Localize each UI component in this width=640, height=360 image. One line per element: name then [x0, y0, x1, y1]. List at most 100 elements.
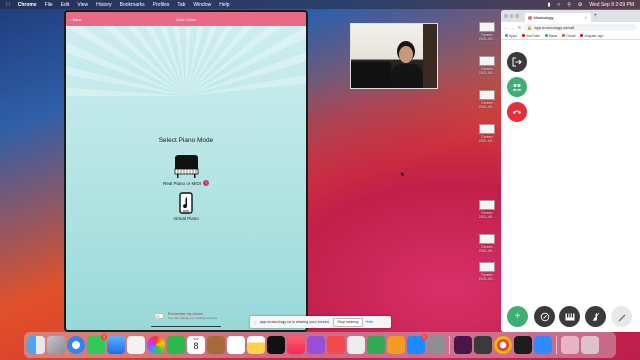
photos-icon[interactable]	[147, 336, 165, 354]
menu-view[interactable]: View	[77, 2, 88, 8]
contacts-icon[interactable]	[207, 336, 225, 354]
forward-arrow-icon[interactable]: →	[511, 25, 515, 30]
desktop-screenshot-7[interactable]: Screen 2021-09...	[474, 262, 500, 281]
desktop-screenshot-1[interactable]: Screen 2021-09...	[474, 22, 500, 41]
mail-icon[interactable]	[107, 336, 125, 354]
reload-icon[interactable]: ↻	[518, 25, 521, 30]
bookmark-maps[interactable]: Maps	[544, 33, 558, 38]
bookmark-gmail[interactable]: Gmail	[562, 34, 575, 38]
music-icon[interactable]	[287, 336, 305, 354]
remember-toggle[interactable]	[153, 313, 164, 319]
menu-window[interactable]: Window	[193, 2, 211, 8]
menu-edit[interactable]: Edit	[61, 2, 70, 8]
ipad-screen: ‹ Back Note Class Select Piano Mode Real…	[66, 12, 306, 330]
close-window-button[interactable]	[504, 14, 508, 18]
battery-icon[interactable]: ▮	[548, 2, 551, 8]
menu-bookmarks[interactable]: Bookmarks	[120, 2, 145, 8]
downloads-folder-icon[interactable]	[561, 336, 579, 354]
apple-tv-icon[interactable]	[267, 336, 285, 354]
menu-history[interactable]: History	[96, 2, 112, 8]
desktop-screenshot-6[interactable]: Screen 2021-09...	[474, 234, 500, 253]
xcode-icon[interactable]	[474, 336, 492, 354]
screenshot-thumbnail	[479, 56, 495, 66]
news-icon[interactable]	[327, 336, 345, 354]
slack-icon[interactable]	[454, 336, 472, 354]
safari-icon[interactable]	[67, 336, 85, 354]
bookmark-youtube[interactable]: YouTube	[521, 34, 540, 38]
bookmark-angular[interactable]: Angular ngo	[580, 34, 603, 38]
reminders-icon[interactable]	[227, 336, 245, 354]
screenshot-thumbnail	[479, 124, 495, 134]
terminal-icon[interactable]	[514, 336, 532, 354]
system-preferences-icon[interactable]	[427, 336, 445, 354]
zoom-icon[interactable]	[534, 336, 552, 354]
back-button[interactable]: ‹ Back	[70, 17, 81, 22]
screenshot-thumbnail	[479, 200, 495, 210]
numbers-icon[interactable]	[367, 336, 385, 354]
ipad-simulator: ‹ Back Note Class Select Piano Mode Real…	[64, 10, 308, 332]
sunburst-background	[66, 26, 306, 96]
notes-icon[interactable]	[247, 336, 265, 354]
desktop-screenshot-5[interactable]: Screen 2021-09...	[474, 200, 500, 219]
tab-musicology[interactable]: Musicology ×	[524, 13, 591, 22]
music-note-icon	[592, 312, 599, 321]
piano-in-video	[351, 62, 391, 88]
app-store-icon[interactable]: 1	[407, 334, 427, 354]
finder-icon[interactable]	[27, 336, 45, 354]
webcam-video[interactable]	[350, 23, 438, 89]
menu-help[interactable]: Help	[219, 2, 229, 8]
messages-icon[interactable]: 3	[87, 334, 107, 354]
chrome-window: Musicology × + ← → ↻ 🔒 app.musicology.ca…	[501, 10, 640, 332]
new-tab-button[interactable]: +	[594, 13, 598, 19]
keynote-icon[interactable]	[347, 336, 365, 354]
info-badge[interactable]: !	[203, 180, 209, 186]
maps-app-icon[interactable]	[127, 336, 145, 354]
stop-sharing-button[interactable]: Stop sharing	[333, 317, 363, 327]
calendar-icon[interactable]: SEP 8	[187, 336, 205, 354]
back-arrow-icon[interactable]: ←	[504, 25, 508, 30]
desktop-icon-date: 2021-09...	[478, 139, 496, 143]
participants-button[interactable]	[507, 77, 527, 97]
pages-icon[interactable]	[387, 336, 405, 354]
nav-title: Note Class	[176, 16, 196, 22]
draw-button[interactable]	[611, 306, 632, 327]
piano-keyboard-button[interactable]	[559, 306, 580, 327]
close-tab-icon[interactable]: ×	[585, 15, 587, 20]
toolbar: ← → ↻ 🔒 app.musicology.ca/call	[501, 22, 640, 32]
menu-app-name[interactable]: Chrome	[18, 2, 37, 8]
desktop-icon-date: 2021-09...	[478, 105, 496, 109]
address-bar[interactable]: 🔒 app.musicology.ca/call	[524, 23, 637, 31]
menu-file[interactable]: File	[45, 2, 53, 8]
menu-tab[interactable]: Tab	[177, 2, 185, 8]
bookmark-apps[interactable]: Apps	[505, 34, 517, 38]
virtual-piano-option[interactable]: Virtual Piano	[66, 192, 306, 221]
facetime-icon[interactable]	[167, 336, 185, 354]
menu-profiles[interactable]: Profiles	[153, 2, 170, 8]
drag-handle-icon[interactable]: ⋮	[253, 320, 257, 325]
add-button[interactable]: +	[507, 306, 528, 327]
tab-strip: Musicology × +	[501, 10, 640, 22]
desktop-screenshot-4[interactable]: Screen 2021-09...	[474, 124, 500, 143]
end-call-button[interactable]	[507, 102, 527, 122]
wifi-icon[interactable]: ≈	[557, 2, 560, 8]
search-icon[interactable]: ⚲	[567, 2, 571, 8]
musicology-favicon	[527, 15, 532, 20]
leave-call-button[interactable]	[507, 52, 527, 72]
minimize-window-button[interactable]	[509, 14, 513, 18]
desktop-screenshot-3[interactable]: Screen 2021-09...	[474, 90, 500, 109]
sheet-music-button[interactable]	[585, 306, 606, 327]
zoom-window-button[interactable]	[515, 14, 519, 18]
menu-clock[interactable]: Wed Sep 8 2:09 PM	[589, 2, 634, 8]
annotate-button[interactable]	[534, 306, 555, 327]
hide-button[interactable]: Hide	[366, 320, 374, 324]
people-icon	[512, 84, 522, 91]
trash-icon[interactable]	[581, 336, 599, 354]
podcasts-icon[interactable]	[307, 336, 325, 354]
apple-icon[interactable]: 	[6, 2, 10, 8]
control-center-icon[interactable]: ⚙	[578, 2, 582, 8]
real-piano-option[interactable]: Real Piano or MIDI !	[66, 154, 306, 186]
bookmark-label: Maps	[548, 33, 558, 38]
chrome-icon[interactable]	[494, 336, 512, 354]
desktop-screenshot-2[interactable]: Screen 2021-09...	[474, 56, 500, 75]
launchpad-icon[interactable]	[47, 336, 65, 354]
